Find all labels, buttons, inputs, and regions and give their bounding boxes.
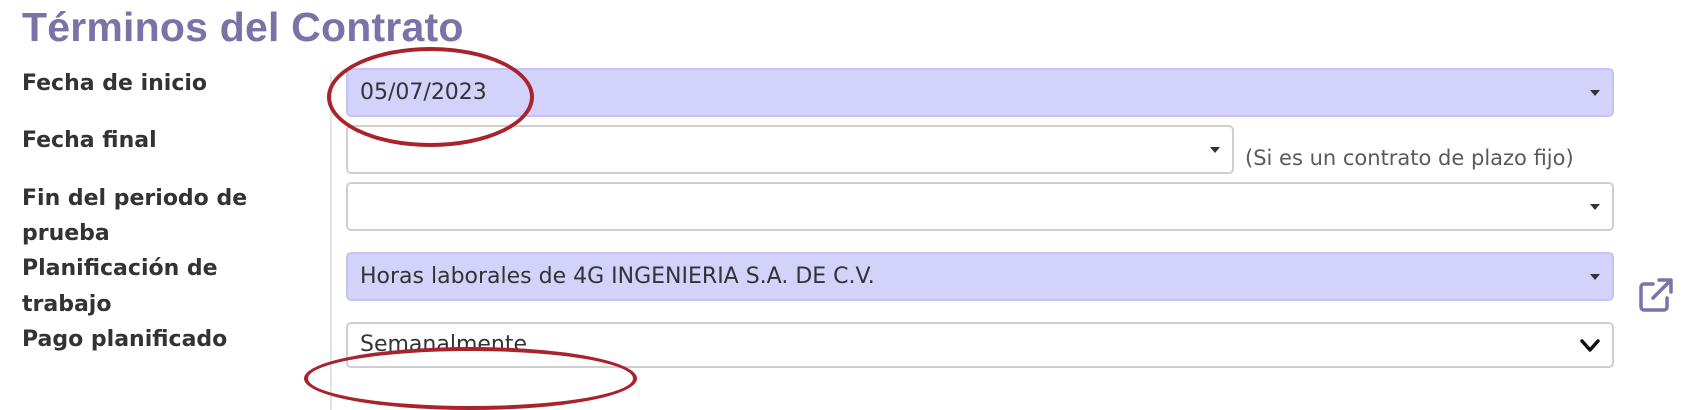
- external-link-icon[interactable]: [1637, 276, 1675, 314]
- trial-end-field[interactable]: [346, 182, 1614, 231]
- work-schedule-label-line2: trabajo: [22, 292, 112, 317]
- scheduled-pay-select[interactable]: Semanalmente: [346, 322, 1614, 368]
- trial-end-label-line1: Fin del periodo de: [22, 186, 248, 211]
- section-title: Términos del Contrato: [22, 4, 464, 50]
- chevron-down-icon[interactable]: [1580, 338, 1600, 354]
- end-date-field[interactable]: [346, 125, 1234, 174]
- work-schedule-label-line1: Planificación de: [22, 256, 218, 281]
- scheduled-pay-label: Pago planificado: [22, 327, 228, 352]
- start-date-value: 05/07/2023: [360, 80, 487, 105]
- caret-down-icon[interactable]: [1210, 147, 1220, 153]
- label-divider: [330, 75, 332, 410]
- end-date-label: Fecha final: [22, 128, 157, 153]
- work-schedule-field[interactable]: Horas laborales de 4G INGENIERIA S.A. DE…: [346, 252, 1614, 301]
- work-schedule-value: Horas laborales de 4G INGENIERIA S.A. DE…: [360, 264, 875, 289]
- start-date-field[interactable]: 05/07/2023: [346, 68, 1614, 117]
- trial-end-label-line2: prueba: [22, 221, 110, 246]
- end-date-hint: (Si es un contrato de plazo fijo): [1245, 146, 1574, 170]
- caret-down-icon[interactable]: [1590, 274, 1600, 280]
- caret-down-icon[interactable]: [1590, 204, 1600, 210]
- caret-down-icon[interactable]: [1590, 90, 1600, 96]
- scheduled-pay-value: Semanalmente: [360, 332, 528, 357]
- start-date-label: Fecha de inicio: [22, 71, 208, 96]
